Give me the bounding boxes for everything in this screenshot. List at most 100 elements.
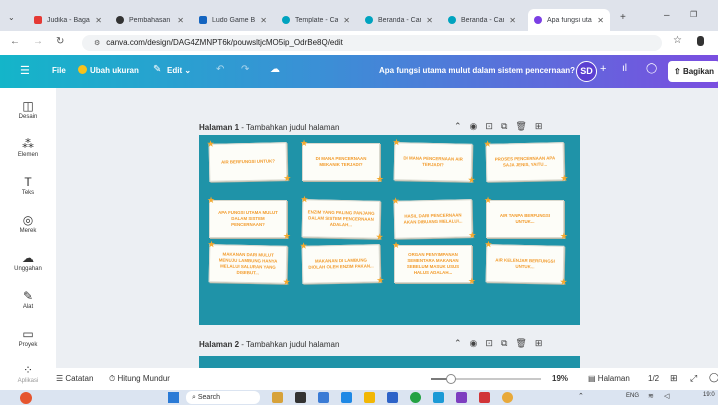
rail-item-text[interactable]: T Teks: [0, 174, 56, 196]
question-card[interactable]: Enzim yang paling panjang dalam sistem p…: [300, 194, 383, 242]
url-input[interactable]: ⚙ canva.com/design/DAG4ZMNPT6k/pouwsltjcM…: [82, 35, 662, 51]
zoom-level[interactable]: 19%: [552, 374, 568, 383]
delete-icon[interactable]: 🗑: [515, 121, 534, 131]
app-icon[interactable]: [433, 392, 444, 403]
grid-view-icon[interactable]: ⊞: [670, 373, 678, 384]
question-card[interactable]: Air tanpa berfungsi untuk... ★ ★: [484, 196, 568, 241]
tray-chevron-icon[interactable]: ⌃: [578, 392, 584, 400]
file-explorer-icon[interactable]: [364, 392, 375, 403]
question-card[interactable]: Makanan dari mulut menuju lambung hanya …: [207, 239, 290, 287]
app-icon[interactable]: [479, 392, 490, 403]
resize-button[interactable]: Ubah ukuran: [90, 66, 139, 75]
cloud-sync-icon[interactable]: ☁: [270, 64, 280, 75]
rail-item-projects[interactable]: ▭ Proyek: [0, 326, 56, 348]
site-info-icon[interactable]: ⚙: [94, 40, 100, 47]
page-1-header[interactable]: Halaman 1 - Tambahkan judul halaman: [199, 123, 339, 132]
close-tab-icon[interactable]: ✕: [177, 16, 184, 25]
pages-button[interactable]: ▤ Halaman: [588, 374, 630, 383]
page-2-header[interactable]: Halaman 2 - Tambahkan judul halaman: [199, 340, 339, 349]
menu-icon[interactable]: ☰: [20, 64, 30, 77]
add-page-icon[interactable]: ⊞: [535, 121, 551, 131]
collapse-icon[interactable]: ⌃: [454, 338, 470, 348]
minimize-icon[interactable]: –: [664, 10, 670, 21]
undo-icon[interactable]: ↶: [216, 64, 224, 75]
rail-item-elements[interactable]: ⁂ Elemen: [0, 136, 56, 158]
browser-tab[interactable]: Pembahasan M ✕: [110, 9, 190, 31]
rail-item-tools[interactable]: ✎ Alat: [0, 288, 56, 310]
browser-tab[interactable]: Beranda - Canva ✕: [359, 9, 439, 31]
close-tab-icon[interactable]: ✕: [426, 16, 433, 25]
close-tab-icon[interactable]: ✕: [597, 16, 604, 25]
comment-icon[interactable]: ◯: [646, 63, 657, 74]
rail-item-uploads[interactable]: ☁ Unggahan: [0, 250, 56, 272]
add-collaborator-icon[interactable]: +: [600, 63, 606, 75]
browser-tab-active[interactable]: Apa fungsi utam ✕: [528, 9, 610, 31]
file-menu[interactable]: File: [52, 66, 66, 75]
app-icon[interactable]: [318, 392, 329, 403]
question-card[interactable]: Hasil dari pencernaan akan dibuang melal…: [392, 196, 477, 241]
share-button[interactable]: ⇧ Bagikan: [668, 61, 718, 82]
close-tab-icon[interactable]: ✕: [260, 16, 267, 25]
delete-icon[interactable]: 🗑: [515, 338, 534, 348]
help-icon[interactable]: ◯: [709, 372, 718, 383]
redo-icon[interactable]: ↷: [241, 64, 249, 75]
zoom-slider[interactable]: [431, 374, 541, 384]
task-view-icon[interactable]: [295, 392, 306, 403]
duplicate-icon[interactable]: ⧉: [501, 338, 515, 348]
add-page-title[interactable]: - Tambahkan judul halaman: [241, 123, 339, 132]
browser-tab[interactable]: Template - Canv ✕: [276, 9, 356, 31]
collapse-icon[interactable]: ⌃: [454, 121, 470, 131]
zoom-slider-thumb[interactable]: [446, 374, 456, 384]
lang-indicator[interactable]: ENG: [626, 393, 639, 399]
tab-list-chevron-icon[interactable]: ⌄: [8, 13, 15, 22]
close-tab-icon[interactable]: ✕: [509, 16, 516, 25]
question-card[interactable]: Di mana pencernaan air terjadi? ★ ★: [392, 137, 475, 185]
fullscreen-icon[interactable]: ⤢: [690, 373, 697, 384]
question-card[interactable]: Organ penyimpanan sementara makanan sebe…: [392, 241, 476, 286]
question-card[interactable]: Di mana pencernaan mekanik terjadi? ★ ★: [300, 139, 384, 184]
slide-page-2[interactable]: [199, 356, 580, 368]
app-icon[interactable]: [387, 392, 398, 403]
clock[interactable]: 19:0: [703, 392, 715, 398]
weather-icon[interactable]: [20, 392, 32, 404]
rail-item-design[interactable]: ◫ Desain: [0, 98, 56, 120]
close-tab-icon[interactable]: ✕: [95, 16, 102, 25]
widgets-icon[interactable]: [272, 392, 283, 403]
whatsapp-icon[interactable]: [410, 392, 421, 403]
hide-icon[interactable]: ◉: [470, 338, 486, 348]
browser-tab[interactable]: Ludo Game Boa ✕: [193, 9, 273, 31]
lock-icon[interactable]: ⊡: [485, 121, 501, 131]
restore-icon[interactable]: ❐: [690, 10, 697, 19]
bookmark-star-icon[interactable]: ☆: [673, 35, 682, 46]
forward-icon[interactable]: →: [33, 36, 43, 47]
app-icon[interactable]: [456, 392, 467, 403]
hide-icon[interactable]: ◉: [470, 121, 486, 131]
question-card[interactable]: Proses pencernaan apa saja jenis, yaitu.…: [484, 139, 569, 184]
notes-button[interactable]: ☰ Catatan: [56, 374, 93, 383]
new-tab-icon[interactable]: +: [620, 12, 626, 23]
back-icon[interactable]: ←: [10, 36, 20, 47]
slide-page-1[interactable]: Air berfungsi untuk? ★ ★ Di mana pencernaan…: [199, 135, 580, 325]
taskbar-search[interactable]: ⌕ Search: [186, 391, 260, 404]
close-tab-icon[interactable]: ✕: [343, 16, 350, 25]
question-card[interactable]: Air berfungsi untuk? ★ ★: [207, 139, 292, 184]
design-title[interactable]: Apa fungsi utama mulut dalam sistem penc…: [379, 66, 575, 75]
extension-icon[interactable]: [697, 36, 704, 46]
duplicate-icon[interactable]: ⧉: [501, 121, 515, 131]
analytics-icon[interactable]: ıl: [622, 63, 627, 74]
add-page-title[interactable]: - Tambahkan judul halaman: [241, 340, 339, 349]
reload-icon[interactable]: ↻: [56, 36, 64, 47]
chrome-icon[interactable]: [502, 392, 513, 403]
browser-tab[interactable]: Judika - Bagaima ✕: [28, 9, 108, 31]
question-card[interactable]: Makanan di lambung diolah oleh enzim pak…: [300, 241, 385, 286]
edit-mode-button[interactable]: Edit ⌄: [167, 66, 191, 75]
question-card[interactable]: Apa fungsi utama mulut dalam sistem penc…: [207, 196, 291, 241]
rail-item-apps[interactable]: ⁘ Aplikasi: [0, 362, 56, 384]
avatar[interactable]: SD: [576, 61, 597, 82]
lock-icon[interactable]: ⊡: [485, 338, 501, 348]
browser-tab[interactable]: Beranda - Canva ✕: [442, 9, 522, 31]
timer-button[interactable]: ⏱ Hitung Mundur: [109, 374, 170, 384]
add-page-icon[interactable]: ⊞: [535, 338, 551, 348]
rail-item-brand[interactable]: ◎ Merek: [0, 212, 56, 234]
start-icon[interactable]: [168, 392, 179, 403]
